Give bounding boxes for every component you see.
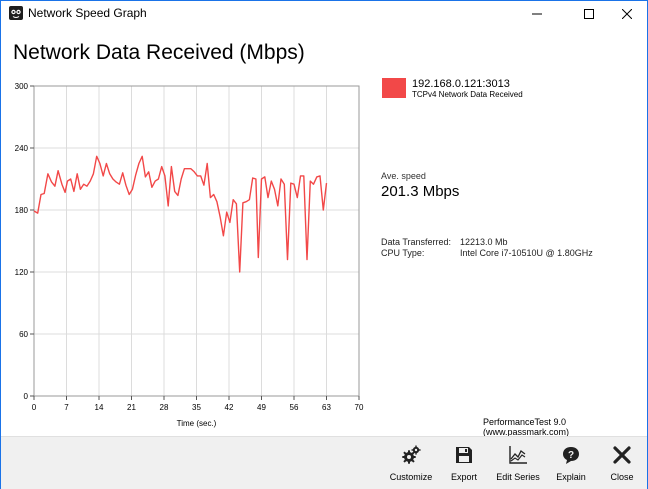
floppy-disk-icon	[456, 447, 472, 463]
window-title: Network Speed Graph	[28, 6, 147, 20]
x-tick-label: 35	[192, 403, 201, 412]
network-speed-graph-window: Network Speed Graph Network Data Receive…	[0, 0, 648, 489]
minimize-button[interactable]	[515, 1, 559, 26]
x-tick-label: 56	[290, 403, 299, 412]
legend-color-swatch[interactable]	[382, 78, 406, 98]
close-label: Close	[610, 472, 634, 482]
y-tick-label: 0	[24, 392, 29, 401]
legend-series-description: TCPv4 Network Data Received	[412, 90, 523, 99]
legend-series-name: 192.168.0.121:3013	[412, 78, 510, 90]
window-close-button[interactable]	[605, 1, 648, 26]
edit-series-label: Edit Series	[496, 472, 540, 482]
x-tick-label: 49	[257, 403, 266, 412]
export-button[interactable]: Export	[437, 437, 491, 489]
minimize-icon	[532, 13, 542, 14]
graph-heading: Network Data Received (Mbps)	[13, 41, 305, 64]
network-speed-chart: 0 7 14 21 28 35 42 49 56 63 70 0 60 120 180 240 300 Time …	[15, 82, 364, 428]
explain-button[interactable]: ? Explain	[544, 437, 598, 489]
svg-text:?: ?	[568, 450, 574, 461]
average-speed-value: 201.3 Mbps	[381, 183, 460, 200]
x-tick-label: 42	[225, 403, 234, 412]
x-icon	[613, 446, 631, 464]
y-tick-label: 180	[15, 206, 29, 215]
cpu-type-label: CPU Type:	[381, 248, 425, 258]
x-tick-label: 14	[95, 403, 104, 412]
edit-series-button[interactable]: Edit Series	[491, 437, 545, 489]
x-tick-label: 28	[160, 403, 169, 412]
bottom-toolbar: Customize Export Edit Series ? Explain C…	[1, 436, 647, 489]
explain-label: Explain	[556, 472, 586, 482]
performancetest-credit: PerformanceTest 9.0 (www.passmark.com)	[483, 417, 570, 437]
x-tick-label: 70	[355, 403, 364, 412]
x-tick-label: 0	[32, 403, 37, 412]
passmark-icon	[9, 6, 23, 20]
y-tick-label: 120	[15, 268, 29, 277]
customize-label: Customize	[389, 472, 433, 482]
gears-icon	[402, 445, 421, 464]
close-icon	[622, 8, 632, 19]
y-tick-label: 300	[15, 82, 29, 91]
series-line	[33, 155, 328, 273]
export-label: Export	[450, 472, 477, 482]
y-tick-label: 240	[15, 144, 29, 153]
customize-button[interactable]: Customize	[384, 437, 438, 489]
x-tick-label: 63	[322, 403, 331, 412]
help-bubble-icon: ?	[563, 447, 579, 464]
x-tick-label: 21	[127, 403, 136, 412]
close-button[interactable]: Close	[595, 437, 648, 489]
cpu-type-value: Intel Core i7-10510U @ 1.80GHz	[460, 248, 593, 258]
line-chart-icon	[509, 446, 527, 464]
x-tick-label: 7	[64, 403, 69, 412]
title-bar[interactable]: Network Speed Graph	[1, 1, 647, 26]
maximize-icon	[584, 8, 594, 19]
y-tick-label: 60	[19, 330, 28, 339]
data-transferred-value: 12213.0 Mb	[460, 237, 508, 247]
x-axis-label: Time (sec.)	[177, 419, 217, 428]
average-speed-label: Ave. speed	[381, 171, 426, 181]
data-transferred-label: Data Transferred:	[381, 237, 452, 247]
